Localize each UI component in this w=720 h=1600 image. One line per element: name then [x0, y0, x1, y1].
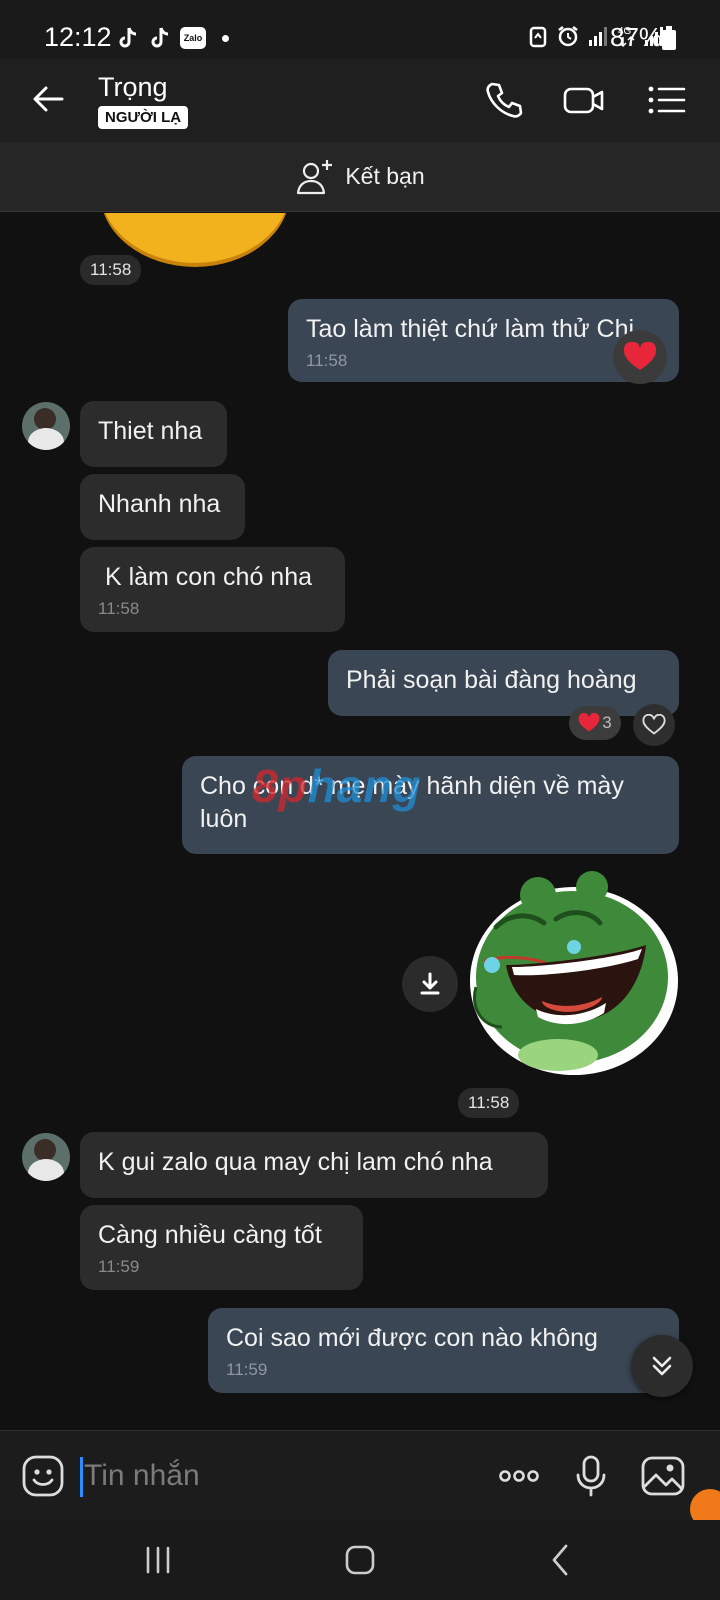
download-button[interactable]: [402, 956, 458, 1012]
add-reaction-button[interactable]: [633, 704, 675, 746]
message-text: Càng nhiều càng tốt: [98, 1221, 322, 1249]
message-input[interactable]: [84, 1453, 464, 1499]
back-arrow-icon[interactable]: [26, 76, 72, 122]
video-call-icon[interactable]: [562, 78, 606, 122]
emoji-sticker-icon[interactable]: [20, 1453, 66, 1499]
system-nav-bar: [0, 1520, 720, 1600]
more-notifications-dot: [222, 34, 229, 42]
incoming-message[interactable]: K làm con chó nha 11:58: [80, 547, 345, 632]
recycle-icon: [529, 26, 547, 48]
avatar[interactable]: [22, 402, 70, 450]
scroll-to-bottom-button[interactable]: [631, 1335, 693, 1397]
chat-header: Trọng NGƯỜI LẠ: [0, 58, 720, 142]
message-text: Phải soạn bài đàng hoàng: [346, 666, 637, 694]
home-icon[interactable]: [338, 1538, 382, 1582]
incoming-message[interactable]: Thiet nha: [80, 401, 227, 467]
battery-icon: [662, 26, 676, 50]
watermark-logo: 8phang: [252, 760, 422, 812]
message-text: K gui zalo qua may chị lam chó nha: [98, 1148, 493, 1176]
reaction-button[interactable]: [613, 330, 667, 384]
text-cursor: [80, 1457, 83, 1497]
avatar[interactable]: [22, 1133, 70, 1181]
incoming-message[interactable]: Nhanh nha: [80, 474, 245, 540]
notification-icons: Zalo: [116, 26, 229, 50]
reaction-count: 3: [602, 713, 612, 732]
composer-bar: [0, 1430, 720, 1529]
add-friend-icon: [297, 159, 333, 194]
stranger-badge: NGƯỜI LẠ: [98, 106, 189, 129]
nav-back-icon[interactable]: [540, 1538, 584, 1582]
image-gallery-icon[interactable]: [640, 1453, 686, 1499]
message-time: 11:58: [98, 599, 140, 618]
message-list[interactable]: 11:58 Tao làm thiệt chứ làm thử Chi 11:5…: [0, 213, 720, 1430]
message-text: Nhanh nha: [98, 490, 221, 518]
outgoing-message[interactable]: Coi sao mới được con nào không 11:59: [208, 1308, 679, 1393]
double-chevron-down-icon: [652, 1356, 672, 1376]
message-time: 11:58: [306, 351, 348, 370]
heart-outline-icon: [642, 714, 666, 735]
message-time: 11:59: [98, 1257, 140, 1276]
tiktok-icon: [148, 26, 172, 50]
sticker-time: 11:58: [458, 1088, 520, 1118]
incoming-message[interactable]: K gui zalo qua may chị lam chó nha: [80, 1132, 548, 1198]
message-text: Tao làm thiệt chứ làm thử Chi: [306, 315, 635, 343]
microphone-icon[interactable]: [568, 1453, 614, 1499]
status-time: 12:12: [44, 22, 112, 52]
heart-icon: [623, 342, 657, 370]
message-text: Coi sao mới được con nào không: [226, 1324, 598, 1352]
recent-apps-icon[interactable]: [136, 1538, 180, 1582]
zalo-icon: Zalo: [180, 27, 206, 49]
more-options-icon[interactable]: [496, 1453, 542, 1499]
battery-percent: 87%: [610, 22, 663, 52]
tiktok-icon: [116, 26, 140, 50]
message-time: 11:59: [226, 1360, 268, 1379]
add-friend-button[interactable]: Kết bạn: [0, 142, 720, 212]
phone-call-icon[interactable]: [482, 78, 526, 122]
add-friend-label: Kết bạn: [345, 163, 425, 189]
contact-name[interactable]: Trọng: [98, 72, 168, 103]
download-icon: [420, 972, 440, 995]
heart-icon: [578, 713, 600, 732]
time-divider: 11:58: [80, 255, 142, 285]
alarm-icon: [558, 26, 578, 47]
outgoing-message[interactable]: Phải soạn bài đàng hoàng: [328, 650, 679, 716]
incoming-message[interactable]: Càng nhiều càng tốt 11:59: [80, 1205, 363, 1290]
message-text: Thiet nha: [98, 417, 203, 445]
laughing-frog-sticker[interactable]: [466, 869, 682, 1085]
menu-list-icon[interactable]: [644, 78, 688, 122]
message-text: K làm con chó nha: [98, 563, 313, 591]
status-bar: 12:12 Zalo 4G 87%: [0, 0, 720, 58]
reaction-summary[interactable]: 3: [569, 706, 621, 740]
signal-icon: [589, 27, 607, 46]
